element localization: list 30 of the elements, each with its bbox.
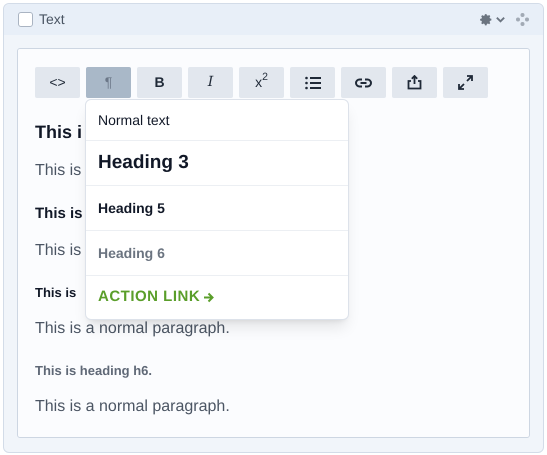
list-button[interactable] <box>290 67 335 98</box>
checkbox[interactable] <box>18 12 33 27</box>
menu-item[interactable]: Heading 5 <box>86 186 348 231</box>
heading: This i <box>35 121 82 144</box>
chevron-down-icon[interactable] <box>495 14 506 25</box>
expand-icon <box>458 75 473 90</box>
link-button[interactable] <box>341 67 386 98</box>
upload-icon <box>407 75 422 90</box>
panel-title: Text <box>39 10 65 29</box>
heading: This is heading h6. <box>35 362 152 380</box>
menu-item[interactable]: Normal text <box>86 100 348 141</box>
paragraph: This is <box>35 241 82 261</box>
paragraph: This is a normal paragraph. <box>35 319 230 339</box>
heading: This is <box>35 204 83 224</box>
bold-button[interactable]: B <box>137 67 182 98</box>
italic-button[interactable]: I <box>188 67 233 98</box>
link-icon <box>355 78 372 88</box>
upload-button[interactable] <box>392 67 437 98</box>
list-icon <box>304 76 320 90</box>
format-button[interactable]: x$^{2}$ <box>239 67 284 98</box>
menu-item[interactable]: Heading 6 <box>86 231 348 276</box>
format-button[interactable]: <> <box>35 67 80 98</box>
expand-button[interactable] <box>443 67 488 98</box>
gear-icon[interactable] <box>480 13 493 26</box>
paragraph: This is <box>35 161 82 181</box>
paragraph: This is a normal paragraph. <box>35 397 230 417</box>
heading: This is <box>35 284 76 302</box>
arrow-right-icon <box>203 292 214 303</box>
drag-handle-icon[interactable] <box>516 13 529 26</box>
menu-item[interactable]: Heading 3 <box>86 141 348 186</box>
